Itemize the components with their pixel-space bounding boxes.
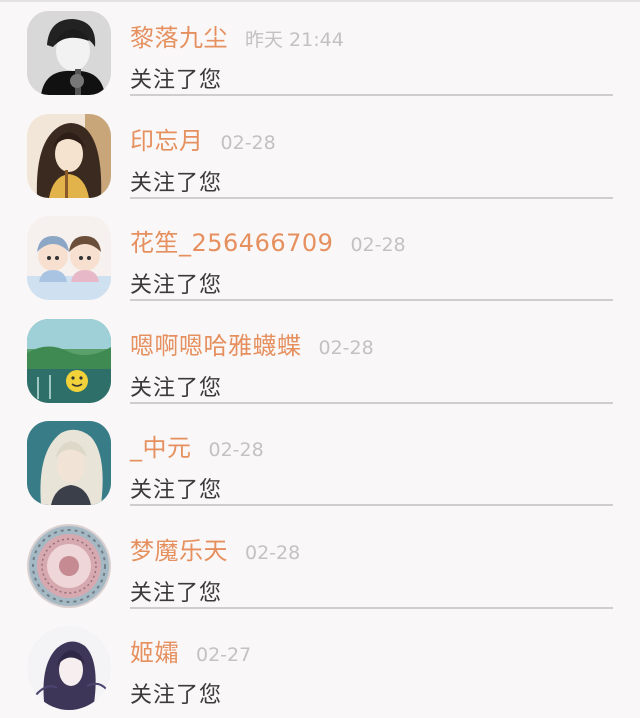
notification-message: 关注了您 (130, 683, 223, 708)
row-divider (130, 94, 613, 96)
row-divider (130, 299, 613, 301)
avatar[interactable] (27, 11, 111, 95)
timestamp: 02-28 (318, 336, 374, 359)
notification-item[interactable]: 嗯啊嗯哈雅蠛蝶 02-28 关注了您 (0, 308, 640, 411)
avatar[interactable] (27, 626, 111, 710)
user-name[interactable]: 黎落九尘 (130, 18, 228, 53)
timestamp: 02-28 (245, 541, 301, 564)
notification-item[interactable]: 印忘月 02-28 关注了您 (0, 103, 640, 206)
avatar[interactable] (27, 318, 111, 403)
row-divider (130, 504, 613, 506)
notification-message: 关注了您 (130, 580, 223, 606)
notification-content: 黎落九尘 昨天 21:44 关注了您 (130, 18, 613, 94)
avatar-chibi-pair-image (27, 216, 111, 300)
avatar[interactable] (27, 216, 111, 300)
notification-content: 印忘月 02-28 关注了您 (130, 121, 613, 197)
notification-content: 梦魔乐天 02-28 关注了您 (130, 531, 613, 607)
notification-item[interactable]: 姬孀 02-27 关注了您 (0, 615, 640, 718)
avatar-circular-pattern-image (27, 523, 111, 608)
notification-item[interactable]: _中元 02-28 关注了您 (0, 410, 640, 513)
notification-content: _中元 02-28 关注了您 (130, 428, 613, 504)
timestamp: 02-28 (350, 234, 406, 256)
avatar[interactable] (27, 421, 111, 505)
notification-item[interactable]: 黎落九尘 昨天 21:44 关注了您 (0, 0, 640, 103)
avatar-long-hair-figure-image (27, 113, 111, 198)
notification-content: 花笙_256466709 02-28 关注了您 (130, 223, 613, 299)
notification-message: 关注了您 (130, 478, 223, 503)
avatar-dark-hair-sketch-image (27, 626, 111, 710)
user-name[interactable]: 嗯啊嗯哈雅蠛蝶 (130, 326, 302, 361)
notification-message: 关注了您 (130, 273, 223, 298)
notification-message: 关注了您 (130, 375, 223, 401)
notification-content: 姬孀 02-27 关注了您 (130, 633, 613, 709)
avatar[interactable] (27, 113, 111, 198)
avatar-silver-hair-anime-image (27, 421, 111, 505)
notification-item[interactable]: 花笙_256466709 02-28 关注了您 (0, 205, 640, 308)
row-divider (130, 196, 613, 199)
user-name[interactable]: 花笙_256466709 (130, 223, 333, 258)
row-divider (130, 401, 613, 404)
timestamp: 02-28 (220, 131, 276, 154)
notification-message: 关注了您 (130, 170, 223, 196)
user-name[interactable]: 梦魔乐天 (130, 531, 228, 566)
row-divider (130, 606, 613, 609)
avatar-green-landscape-smiley-image (27, 318, 111, 403)
avatar[interactable] (27, 523, 111, 608)
user-name[interactable]: 姬孀 (130, 633, 179, 668)
notification-item[interactable]: 梦魔乐天 02-28 关注了您 (0, 513, 640, 616)
user-name[interactable]: 印忘月 (130, 121, 204, 156)
timestamp: 昨天 21:44 (245, 29, 344, 51)
notification-message: 关注了您 (130, 68, 223, 93)
notification-list: 黎落九尘 昨天 21:44 关注了您 印忘月 02-28 关注了您 花笙_256… (0, 0, 640, 718)
user-name[interactable]: _中元 (130, 428, 192, 463)
avatar-monochrome-boy-image (27, 11, 111, 95)
timestamp: 02-28 (208, 439, 264, 461)
timestamp: 02-27 (196, 644, 252, 666)
notification-content: 嗯啊嗯哈雅蠛蝶 02-28 关注了您 (130, 326, 613, 402)
